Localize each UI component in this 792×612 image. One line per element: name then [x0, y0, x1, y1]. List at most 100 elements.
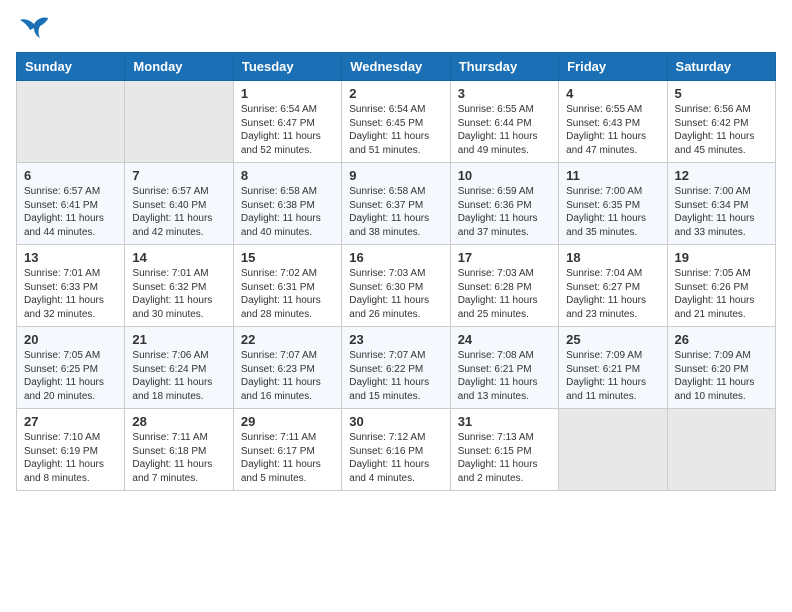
calendar-week-row: 6 Sunrise: 6:57 AMSunset: 6:41 PMDaylight…	[17, 163, 776, 245]
calendar-cell: 12Sunrise: 7:00 AMSunset: 6:34 PMDayligh…	[667, 163, 775, 245]
day-number: 13	[24, 250, 117, 265]
day-number: 4	[566, 86, 659, 101]
day-number: 6	[24, 168, 117, 183]
cell-content: Sunrise: 7:00 AMSunset: 6:34 PMDaylight:…	[675, 185, 768, 239]
cell-content: Sunrise: 7:07 AMSunset: 6:22 PMDaylight:…	[349, 349, 442, 403]
calendar-cell: 7Sunrise: 6:57 AMSunset: 6:40 PMDaylight…	[125, 163, 233, 245]
calendar-cell: 21 Sunrise: 7:06 AMSunset: 6:24 PMDayligh…	[125, 327, 233, 409]
cell-content: Sunrise: 6:57 AMSunset: 6:41 PMDaylight:…	[24, 185, 117, 239]
cell-content: Sunrise: 7:11 AMSunset: 6:18 PMDaylight:…	[132, 431, 225, 485]
cell-content: Sunrise: 7:09 AMSunset: 6:21 PMDaylight:…	[566, 349, 659, 403]
day-number: 19	[675, 250, 768, 265]
cell-content: Sunrise: 7:02 AMSunset: 6:31 PMDaylight:…	[241, 267, 334, 321]
calendar-cell: 4Sunrise: 6:55 AMSunset: 6:43 PMDaylight…	[559, 81, 667, 163]
day-number: 20	[24, 332, 117, 347]
cell-content: Sunrise: 7:08 AMSunset: 6:21 PMDaylight:…	[458, 349, 551, 403]
calendar-cell: 22 Sunrise: 7:07 AMSunset: 6:23 PMDayligh…	[233, 327, 341, 409]
page-header	[16, 16, 776, 40]
cell-content: Sunrise: 7:03 AMSunset: 6:30 PMDaylight:…	[349, 267, 442, 321]
day-number: 17	[458, 250, 551, 265]
calendar-cell: 1Sunrise: 6:54 AMSunset: 6:47 PMDaylight…	[233, 81, 341, 163]
day-number: 29	[241, 414, 334, 429]
weekday-header-wednesday: Wednesday	[342, 53, 450, 81]
day-number: 23	[349, 332, 442, 347]
calendar-week-row: 13 Sunrise: 7:01 AMSunset: 6:33 PMDayligh…	[17, 245, 776, 327]
cell-content: Sunrise: 6:54 AMSunset: 6:47 PMDaylight:…	[241, 103, 334, 157]
cell-content: Sunrise: 7:11 AMSunset: 6:17 PMDaylight:…	[241, 431, 334, 485]
day-number: 28	[132, 414, 225, 429]
calendar-cell: 26 Sunrise: 7:09 AMSunset: 6:20 PMDayligh…	[667, 327, 775, 409]
day-number: 18	[566, 250, 659, 265]
cell-content: Sunrise: 7:05 AMSunset: 6:25 PMDaylight:…	[24, 349, 117, 403]
logo-bird-icon	[20, 16, 50, 40]
calendar-cell: 23 Sunrise: 7:07 AMSunset: 6:22 PMDayligh…	[342, 327, 450, 409]
cell-content: Sunrise: 7:05 AMSunset: 6:26 PMDaylight:…	[675, 267, 768, 321]
cell-content: Sunrise: 6:55 AMSunset: 6:44 PMDaylight:…	[458, 103, 551, 157]
calendar-cell: 19 Sunrise: 7:05 AMSunset: 6:26 PMDayligh…	[667, 245, 775, 327]
cell-content: Sunrise: 7:00 AMSunset: 6:35 PMDaylight:…	[566, 185, 659, 239]
day-number: 5	[675, 86, 768, 101]
cell-content: Sunrise: 7:09 AMSunset: 6:20 PMDaylight:…	[675, 349, 768, 403]
day-number: 10	[458, 168, 551, 183]
calendar-cell: 10 Sunrise: 6:59 AMSunset: 6:36 PMDayligh…	[450, 163, 558, 245]
calendar-week-row: 1Sunrise: 6:54 AMSunset: 6:47 PMDaylight…	[17, 81, 776, 163]
day-number: 27	[24, 414, 117, 429]
calendar-cell: 29 Sunrise: 7:11 AMSunset: 6:17 PMDayligh…	[233, 409, 341, 491]
cell-content: Sunrise: 6:58 AMSunset: 6:38 PMDaylight:…	[241, 185, 334, 239]
day-number: 30	[349, 414, 442, 429]
cell-content: Sunrise: 6:58 AMSunset: 6:37 PMDaylight:…	[349, 185, 442, 239]
calendar-cell: 5Sunrise: 6:56 AMSunset: 6:42 PMDaylight…	[667, 81, 775, 163]
weekday-header-saturday: Saturday	[667, 53, 775, 81]
cell-content: Sunrise: 7:12 AMSunset: 6:16 PMDaylight:…	[349, 431, 442, 485]
day-number: 14	[132, 250, 225, 265]
cell-content: Sunrise: 7:13 AMSunset: 6:15 PMDaylight:…	[458, 431, 551, 485]
cell-content: Sunrise: 6:54 AMSunset: 6:45 PMDaylight:…	[349, 103, 442, 157]
calendar-cell	[559, 409, 667, 491]
calendar-week-row: 20 Sunrise: 7:05 AMSunset: 6:25 PMDayligh…	[17, 327, 776, 409]
calendar-cell: 6 Sunrise: 6:57 AMSunset: 6:41 PMDaylight…	[17, 163, 125, 245]
calendar-cell	[17, 81, 125, 163]
calendar-cell: 18 Sunrise: 7:04 AMSunset: 6:27 PMDayligh…	[559, 245, 667, 327]
day-number: 3	[458, 86, 551, 101]
calendar-cell	[667, 409, 775, 491]
day-number: 2	[349, 86, 442, 101]
calendar-cell: 3 Sunrise: 6:55 AMSunset: 6:44 PMDaylight…	[450, 81, 558, 163]
day-number: 16	[349, 250, 442, 265]
calendar-cell: 13 Sunrise: 7:01 AMSunset: 6:33 PMDayligh…	[17, 245, 125, 327]
calendar-cell: 24 Sunrise: 7:08 AMSunset: 6:21 PMDayligh…	[450, 327, 558, 409]
cell-content: Sunrise: 7:01 AMSunset: 6:33 PMDaylight:…	[24, 267, 117, 321]
logo	[16, 16, 50, 40]
calendar-cell	[125, 81, 233, 163]
calendar-cell: 30 Sunrise: 7:12 AMSunset: 6:16 PMDayligh…	[342, 409, 450, 491]
day-number: 21	[132, 332, 225, 347]
cell-content: Sunrise: 7:03 AMSunset: 6:28 PMDaylight:…	[458, 267, 551, 321]
day-number: 24	[458, 332, 551, 347]
calendar-cell: 11 Sunrise: 7:00 AMSunset: 6:35 PMDayligh…	[559, 163, 667, 245]
day-number: 15	[241, 250, 334, 265]
cell-content: Sunrise: 7:04 AMSunset: 6:27 PMDaylight:…	[566, 267, 659, 321]
calendar-cell: 17 Sunrise: 7:03 AMSunset: 6:28 PMDayligh…	[450, 245, 558, 327]
calendar-cell: 9Sunrise: 6:58 AMSunset: 6:37 PMDaylight…	[342, 163, 450, 245]
calendar-cell: 14 Sunrise: 7:01 AMSunset: 6:32 PMDayligh…	[125, 245, 233, 327]
calendar-table: SundayMondayTuesdayWednesdayThursdayFrid…	[16, 52, 776, 491]
calendar-week-row: 27Sunrise: 7:10 AMSunset: 6:19 PMDayligh…	[17, 409, 776, 491]
day-number: 8	[241, 168, 334, 183]
weekday-header-sunday: Sunday	[17, 53, 125, 81]
calendar-cell: 28 Sunrise: 7:11 AMSunset: 6:18 PMDayligh…	[125, 409, 233, 491]
cell-content: Sunrise: 7:07 AMSunset: 6:23 PMDaylight:…	[241, 349, 334, 403]
day-number: 7	[132, 168, 225, 183]
day-number: 22	[241, 332, 334, 347]
cell-content: Sunrise: 6:59 AMSunset: 6:36 PMDaylight:…	[458, 185, 551, 239]
cell-content: Sunrise: 7:06 AMSunset: 6:24 PMDaylight:…	[132, 349, 225, 403]
weekday-header-friday: Friday	[559, 53, 667, 81]
day-number: 25	[566, 332, 659, 347]
day-number: 11	[566, 168, 659, 183]
day-number: 26	[675, 332, 768, 347]
weekday-header-tuesday: Tuesday	[233, 53, 341, 81]
calendar-cell: 25 Sunrise: 7:09 AMSunset: 6:21 PMDayligh…	[559, 327, 667, 409]
weekday-header-monday: Monday	[125, 53, 233, 81]
calendar-cell: 31Sunrise: 7:13 AMSunset: 6:15 PMDayligh…	[450, 409, 558, 491]
cell-content: Sunrise: 7:01 AMSunset: 6:32 PMDaylight:…	[132, 267, 225, 321]
calendar-cell: 15 Sunrise: 7:02 AMSunset: 6:31 PMDayligh…	[233, 245, 341, 327]
calendar-cell: 27Sunrise: 7:10 AMSunset: 6:19 PMDayligh…	[17, 409, 125, 491]
